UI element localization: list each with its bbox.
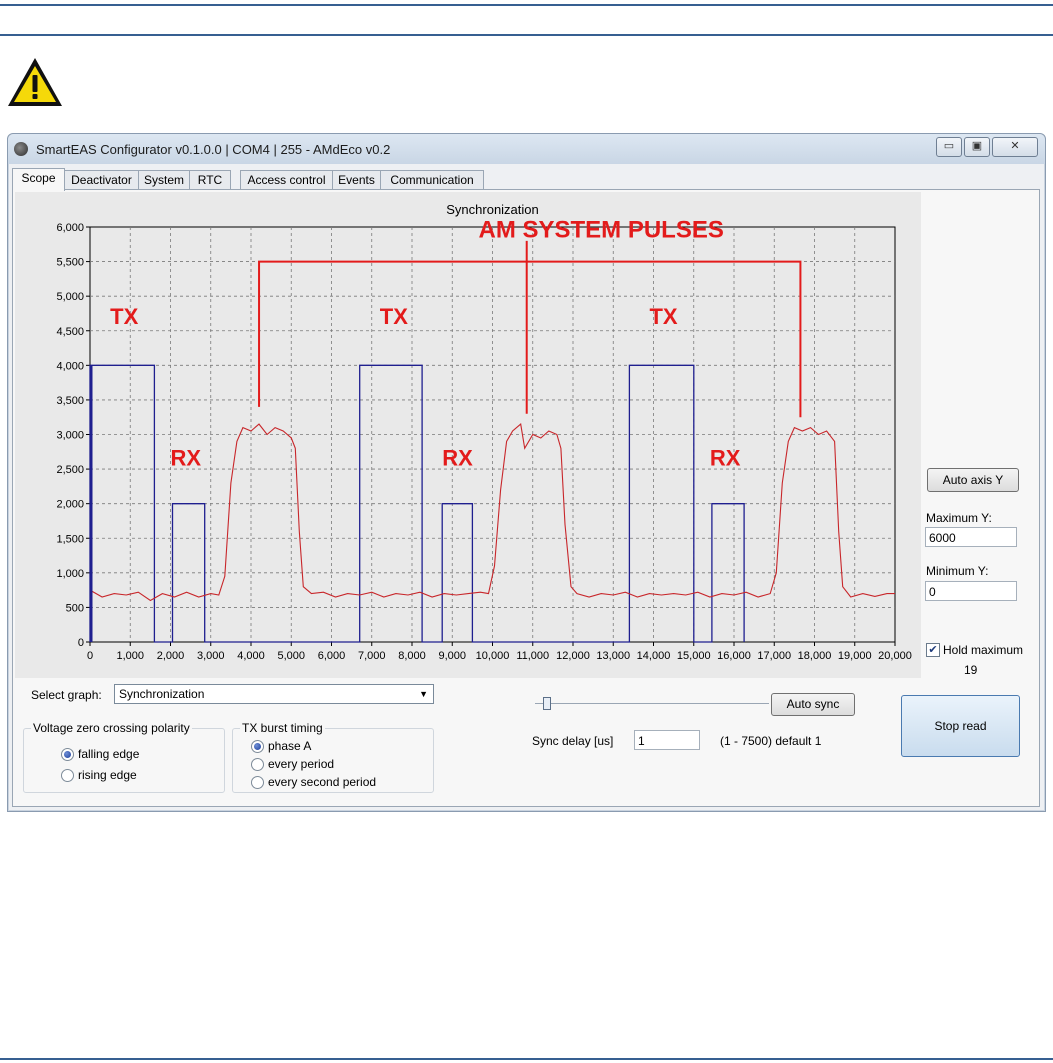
- hold-maximum-value: 19: [964, 663, 978, 677]
- sync-slider-track[interactable]: [535, 703, 769, 704]
- y-tick-label: 6,000: [56, 222, 84, 234]
- y-tick-label: 2,500: [56, 464, 84, 476]
- x-tick-label: 8,000: [398, 650, 426, 662]
- top-rule: [0, 4, 1053, 6]
- rx-label: RX: [710, 446, 741, 471]
- tab-rtc[interactable]: RTC: [189, 170, 231, 190]
- warning-icon: [8, 58, 62, 106]
- sync-delay-input[interactable]: 1: [634, 730, 700, 750]
- tab-access-control[interactable]: Access control: [240, 170, 333, 190]
- am-system-pulses-label: AM SYSTEM PULSES: [478, 216, 723, 243]
- voltage-polarity-title: Voltage zero crossing polarity: [31, 721, 192, 735]
- voltage-polarity-group: Voltage zero crossing polarity falling e…: [23, 721, 225, 793]
- stop-read-button[interactable]: Stop read: [901, 695, 1020, 757]
- app-icon: [14, 142, 28, 156]
- x-tick-label: 6,000: [318, 650, 346, 662]
- minimum-y-label: Minimum Y:: [926, 564, 989, 578]
- tx-burst-timing-group: TX burst timing phase A every period eve…: [232, 721, 434, 793]
- tab-communication[interactable]: Communication: [380, 170, 484, 190]
- rising-edge-label: rising edge: [78, 768, 137, 782]
- y-tick-label: 2,000: [56, 499, 84, 511]
- chart-title: Synchronization: [446, 202, 539, 217]
- y-tick-label: 4,500: [56, 326, 84, 338]
- y-tick-label: 0: [78, 637, 84, 649]
- y-tick-label: 1,000: [56, 568, 84, 580]
- rising-edge-radio[interactable]: [61, 769, 74, 782]
- tx-label: TX: [380, 304, 408, 329]
- tx-label: TX: [649, 304, 677, 329]
- rx-label: RX: [171, 446, 202, 471]
- maximize-button[interactable]: ▣: [964, 137, 990, 157]
- chevron-down-icon: ▼: [419, 689, 428, 699]
- x-tick-label: 14,000: [637, 650, 671, 662]
- y-tick-label: 500: [66, 602, 84, 614]
- every-second-period-radio[interactable]: [251, 776, 264, 789]
- y-tick-label: 1,500: [56, 533, 84, 545]
- falling-edge-radio[interactable]: [61, 748, 74, 761]
- select-graph-dropdown[interactable]: Synchronization ▼: [114, 684, 434, 704]
- close-button[interactable]: ✕: [992, 137, 1038, 157]
- every-period-radio[interactable]: [251, 758, 264, 771]
- title-bar: SmartEAS Configurator v0.1.0.0 | COM4 | …: [8, 134, 1045, 164]
- maximum-y-label: Maximum Y:: [926, 511, 992, 525]
- x-tick-label: 12,000: [556, 650, 590, 662]
- x-tick-label: 9,000: [438, 650, 466, 662]
- y-tick-label: 3,500: [56, 395, 84, 407]
- y-tick-label: 5,000: [56, 291, 84, 303]
- maximum-y-input[interactable]: 6000: [925, 527, 1017, 547]
- x-tick-label: 7,000: [358, 650, 386, 662]
- select-graph-value: Synchronization: [119, 687, 205, 701]
- x-tick-label: 15,000: [677, 650, 711, 662]
- window-title: SmartEAS Configurator v0.1.0.0 | COM4 | …: [36, 142, 391, 157]
- synchronization-chart: Synchronization 0 500 1,000 1,500 2,000 2,500 3…: [15, 192, 921, 678]
- tab-events[interactable]: Events: [332, 170, 381, 190]
- x-tick-label: 18,000: [798, 650, 832, 662]
- app-window: SmartEAS Configurator v0.1.0.0 | COM4 | …: [7, 133, 1046, 812]
- x-tick-label: 5,000: [277, 650, 305, 662]
- x-tick-label: 4,000: [237, 650, 265, 662]
- tx-label: TX: [110, 304, 138, 329]
- sync-slider-thumb[interactable]: [543, 697, 551, 710]
- phase-a-radio[interactable]: [251, 740, 264, 753]
- y-tick-label: 3,000: [56, 430, 84, 442]
- x-tick-label: 10,000: [476, 650, 510, 662]
- minimum-y-input[interactable]: 0: [925, 581, 1017, 601]
- phase-a-label: phase A: [268, 739, 312, 753]
- minimize-button[interactable]: ▭: [936, 137, 962, 157]
- y-tick-label: 4,000: [56, 360, 84, 372]
- tab-system[interactable]: System: [138, 170, 190, 190]
- tx-burst-timing-title: TX burst timing: [240, 721, 325, 735]
- hold-maximum-checkbox[interactable]: ✔: [926, 643, 940, 657]
- bottom-rule: [0, 1058, 1053, 1060]
- falling-edge-label: falling edge: [78, 747, 140, 761]
- sync-delay-hint: (1 - 7500) default 1: [720, 734, 822, 748]
- tab-scope[interactable]: Scope: [12, 168, 65, 191]
- x-tick-label: 13,000: [596, 650, 630, 662]
- hold-maximum-label: Hold maximum: [943, 643, 1024, 657]
- x-tick-label: 20,000: [878, 650, 912, 662]
- scope-panel: Synchronization 0 500 1,000 1,500 2,000 2,500 3…: [12, 189, 1040, 807]
- x-tick-label: 19,000: [838, 650, 872, 662]
- header-rule: [0, 34, 1053, 36]
- x-tick-label: 16,000: [717, 650, 751, 662]
- tab-deactivator[interactable]: Deactivator: [64, 170, 139, 190]
- x-tick-label: 11,000: [516, 650, 549, 662]
- y-tick-label: 5,500: [56, 257, 84, 269]
- auto-sync-button[interactable]: Auto sync: [771, 693, 855, 716]
- x-tick-label: 2,000: [157, 650, 185, 662]
- x-tick-label: 3,000: [197, 650, 225, 662]
- x-tick-label: 1,000: [116, 650, 144, 662]
- auto-axis-y-button[interactable]: Auto axis Y: [927, 468, 1019, 492]
- x-tick-label: 0: [87, 650, 93, 662]
- every-period-label: every period: [268, 757, 335, 771]
- every-second-period-label: every second period: [268, 775, 377, 789]
- sync-delay-label: Sync delay [us]: [532, 734, 614, 748]
- x-tick-label: 17,000: [757, 650, 791, 662]
- rx-label: RX: [442, 446, 473, 471]
- select-graph-label: Select graph:: [31, 688, 102, 702]
